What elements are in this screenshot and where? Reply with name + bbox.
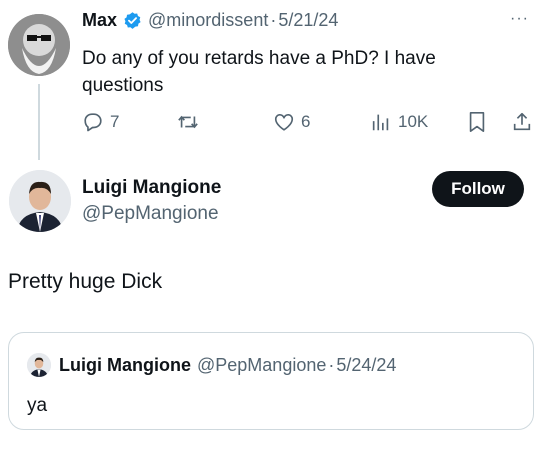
views-count: 10K — [398, 112, 429, 131]
more-options-icon[interactable]: ··· — [510, 10, 529, 28]
like-count: 6 — [301, 112, 311, 131]
share-button[interactable] — [511, 110, 533, 134]
quoted-avatar-image — [27, 353, 51, 377]
share-icon — [511, 110, 533, 134]
thread-line — [38, 84, 40, 160]
separator-dot: · — [270, 10, 277, 30]
follow-button[interactable]: Follow — [432, 171, 524, 207]
quoted-header: Luigi Mangione @PepMangione · 5/24/24 — [59, 355, 396, 376]
views-chart-icon — [370, 111, 392, 133]
reply-header: Max @minordissent · 5/21/24 — [82, 10, 338, 31]
reply-text-line1: Do any of you retards have a PhD? I have — [82, 48, 436, 69]
quoted-tweet-text: ya — [27, 395, 48, 416]
avatar-luigi-image — [9, 170, 71, 232]
retweet-action[interactable] — [176, 111, 206, 133]
avatar-max[interactable] — [8, 14, 70, 76]
verified-badge-icon — [123, 11, 142, 30]
avatar-max-image — [8, 14, 70, 76]
quoted-separator-dot: · — [328, 355, 335, 375]
reply-icon — [82, 111, 104, 133]
heart-icon — [273, 111, 295, 133]
quoted-tweet-card[interactable] — [8, 332, 534, 430]
avatar-luigi[interactable] — [9, 170, 71, 232]
quoted-avatar — [27, 353, 51, 377]
quoted-author-name: Luigi Mangione — [59, 355, 191, 375]
quoted-date: 5/24/24 — [336, 355, 397, 375]
main-author-name[interactable]: Luigi Mangione — [82, 177, 221, 199]
views-action[interactable]: 10K — [370, 111, 428, 133]
reply-text: Do any of you retards have a PhD? I have… — [82, 45, 522, 99]
bookmark-button[interactable] — [467, 111, 487, 133]
tweet-date[interactable]: 5/21/24 — [278, 10, 338, 31]
main-tweet-text: Pretty huge Dick — [8, 270, 163, 293]
author-name[interactable]: Max — [82, 10, 117, 31]
author-handle[interactable]: @minordissent — [148, 10, 268, 31]
reply-count: 7 — [110, 112, 120, 131]
retweet-icon — [176, 111, 200, 133]
reply-text-line2: questions — [82, 75, 164, 96]
quoted-author-handle: @PepMangione — [197, 355, 327, 375]
like-action[interactable]: 6 — [273, 111, 310, 133]
main-author-handle[interactable]: @PepMangione — [82, 203, 219, 225]
bookmark-icon — [467, 111, 487, 133]
reply-action[interactable]: 7 — [82, 111, 119, 133]
